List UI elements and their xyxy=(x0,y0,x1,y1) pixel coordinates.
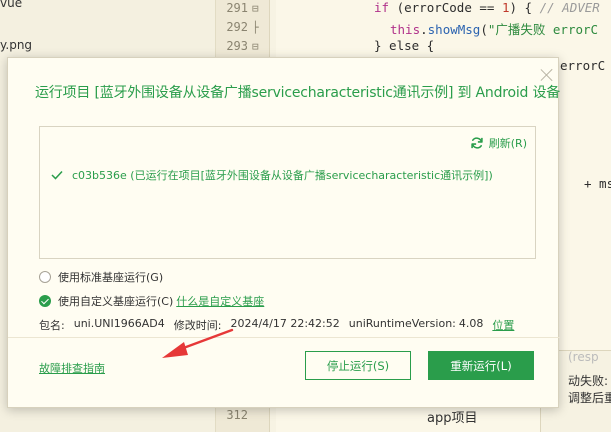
console-line: 调整后重 xyxy=(568,391,611,405)
code-line: this.showMsg("广播失败 errorC xyxy=(390,22,599,37)
check-icon xyxy=(51,170,63,180)
dialog-title: 运行项目 [蓝牙外围设备从设备广播servicecharacteristic通讯… xyxy=(35,85,561,101)
package-label: 包名: xyxy=(39,319,65,332)
package-info: 包名: uni.UNI1966AD4 修改时间: 2024/4/17 22:42… xyxy=(39,317,514,333)
what-is-custom-base-link[interactable]: 什么是自定义基座 xyxy=(176,293,264,309)
modified-label: 修改时间: xyxy=(173,319,222,332)
radio-standard-base[interactable]: 使用标准基座运行(G) xyxy=(39,269,163,285)
project-label: app项目 xyxy=(427,411,478,426)
file-item[interactable]: vue xyxy=(0,0,22,10)
troubleshoot-link[interactable]: 故障排查指南 xyxy=(39,360,105,376)
file-item[interactable]: y.png xyxy=(0,38,32,52)
runtime-label: uniRuntimeVersion: xyxy=(348,317,456,330)
code-line: if (errorCode == 1) { // ADVER xyxy=(374,0,600,15)
radio-custom-label: 使用自定义基座运行(C) xyxy=(58,295,174,308)
stop-button[interactable]: 停止运行(S) xyxy=(305,351,411,380)
device-item[interactable]: c03b536e (已运行在项目[蓝牙外围设备从设备广播servicechara… xyxy=(51,167,493,183)
code-line: } else { xyxy=(374,38,435,53)
console-line: 动失败: xyxy=(568,374,609,388)
divider xyxy=(8,337,560,338)
radio-standard-label: 使用标准基座运行(G) xyxy=(58,271,164,284)
code-fragment: + ms xyxy=(584,176,611,191)
annotation-arrow-icon xyxy=(162,328,234,358)
refresh-icon xyxy=(471,137,483,149)
line-number: 312 xyxy=(226,408,248,422)
console-line: (resp xyxy=(568,350,599,364)
code-fragment: errorC xyxy=(560,58,606,73)
refresh-label: 刷新(R) xyxy=(488,137,527,150)
refresh-button[interactable]: 刷新(R) xyxy=(470,135,527,151)
device-label: c03b536e (已运行在项目[蓝牙外围设备从设备广播servicechara… xyxy=(72,169,493,182)
line-number: 291 xyxy=(226,1,248,15)
runtime-value: 4.08 xyxy=(458,317,484,330)
line-number: 293 xyxy=(226,39,248,53)
modified-value: 2024/4/17 22:42:52 xyxy=(230,317,340,330)
device-list: 刷新(R) c03b536e (已运行在项目[蓝牙外围设备从设备广播servic… xyxy=(39,126,536,259)
location-link[interactable]: 位置 xyxy=(492,317,514,333)
close-icon[interactable] xyxy=(540,68,554,82)
fold-icon[interactable]: ⊟ xyxy=(252,40,259,53)
package-value: uni.UNI1966AD4 xyxy=(73,317,165,330)
line-number: 292 xyxy=(226,20,248,34)
rerun-button[interactable]: 重新运行(L) xyxy=(428,351,534,380)
fold-icon[interactable]: ⊟ xyxy=(252,2,259,15)
radio-custom-base[interactable]: 使用自定义基座运行(C) 什么是自定义基座 xyxy=(39,293,264,309)
run-dialog: 运行项目 [蓝牙外围设备从设备广播servicecharacteristic通讯… xyxy=(7,57,561,408)
fold-guide-icon: ├ xyxy=(252,21,259,34)
radio-icon xyxy=(39,271,51,283)
radio-checked-icon xyxy=(39,295,51,307)
